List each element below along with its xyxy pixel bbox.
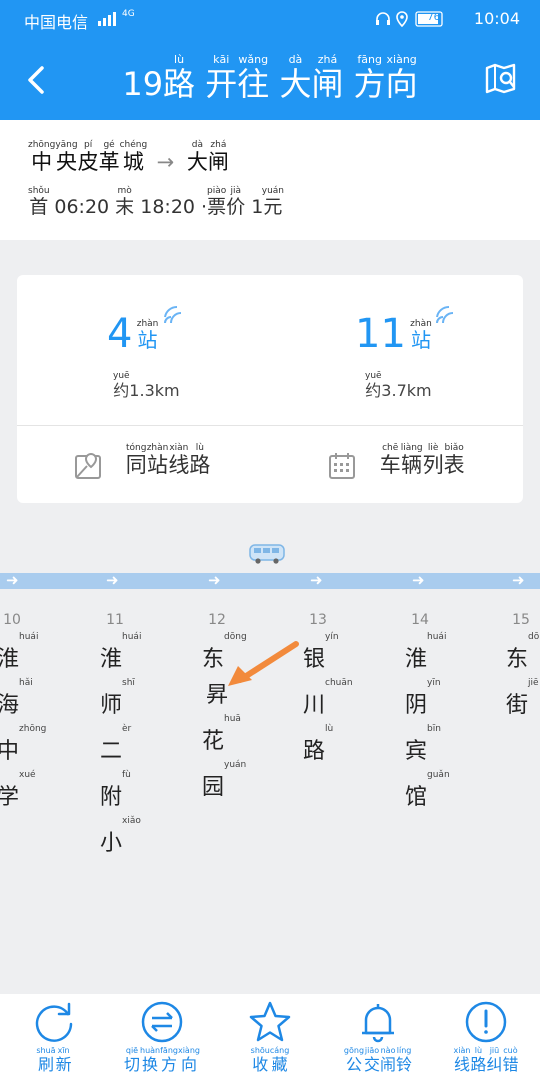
favorite-label: 收shōu藏cáng <box>250 1046 290 1074</box>
stop-name: 淮huái 海hǎi 中zhōng 学xué <box>0 632 47 810</box>
info-icon <box>465 1001 507 1043</box>
last-bus-time: 18:20 <box>140 196 195 218</box>
wifi-signal-icon <box>164 305 182 324</box>
switch-direction-label: 切qiē换huàn方fāng向xiàng <box>123 1046 200 1074</box>
bus-1-stop-count: 4 <box>107 311 133 357</box>
stop-item[interactable]: 11 淮huái 师shī 二èr 附fù 小xiǎo <box>100 612 142 862</box>
refresh-label: 刷shuā新xīn <box>36 1046 72 1074</box>
stop-index: 11 <box>106 612 124 628</box>
fare-unit: 元yuán <box>261 186 285 218</box>
stop-name: 银yín 川chuān 路lù <box>303 632 353 764</box>
switch-direction-icon <box>141 1001 183 1043</box>
switch-direction-button[interactable]: 切qiē换huàn方fāng向xiàng <box>112 1000 212 1075</box>
bus-1-distance-prefix: 约yuē <box>113 371 130 400</box>
arrow-right-icon: ➜ <box>310 571 323 589</box>
bus-2-distance-prefix: 约yuē <box>365 371 382 400</box>
map-icon[interactable] <box>484 62 518 96</box>
arrow-right-icon: ➜ <box>6 571 19 589</box>
stop-item[interactable]: 15 东dōng街jiē <box>506 612 540 724</box>
first-bus-label: 首shǒu <box>28 186 50 218</box>
stop-index: 14 <box>411 612 429 628</box>
arrow-right-icon: ➜ <box>208 571 221 589</box>
stop-item[interactable]: 13 银yín 川chuān 路lù <box>303 612 353 770</box>
bus-2-stops[interactable]: 11 站zhàn <box>355 305 454 357</box>
destination-stop: 大dà闸zhá <box>186 140 229 174</box>
bus-2-stop-unit: 站zhàn <box>410 319 432 352</box>
bus-1-distance: 约yuē1.3km <box>113 371 180 401</box>
bus-2-stop-count: 11 <box>355 311 406 357</box>
star-icon <box>249 1001 291 1042</box>
bus-2-distance: 约yuē3.7km <box>365 371 432 401</box>
last-bus-label: 末mò <box>115 186 135 218</box>
network-label: 4G <box>122 9 135 19</box>
stop-item[interactable]: 14 淮huái 阴yīn 宾bīn 馆guǎn <box>405 612 450 816</box>
bus-alarm-button[interactable]: 公gōng交jiāo闹nào铃líng <box>328 1000 428 1075</box>
bus-2-distance-value: 3.7km <box>381 381 432 400</box>
favorite-button[interactable]: 收shōu藏cáng <box>220 1000 320 1075</box>
bottom-toolbar: 刷shuā新xīn 切qiē换huàn方fāng向xiàng 收shōu藏cán… <box>0 994 540 1080</box>
wifi-signal-icon <box>436 305 454 324</box>
page-title: 19路lù 开kāi往wǎng 大dà闸zhá 方fāng向xiàng <box>122 53 418 103</box>
arrow-right-icon: ➜ <box>106 571 119 589</box>
bell-icon <box>362 1004 394 1043</box>
stop-item[interactable]: 10 淮huái 海hǎi 中zhōng 学xué <box>0 612 47 816</box>
bus-icon[interactable] <box>248 543 286 565</box>
service-hours: 首shǒu 06:20 末mò 18:20 ·票piào价jià 1元yuán <box>28 186 284 219</box>
map-pin-icon <box>75 452 101 479</box>
clock: 10:04 <box>473 9 520 28</box>
bus-1-stops[interactable]: 4 站zhàn <box>107 305 182 357</box>
app-header: 19路lù 开kāi往wǎng 大dà闸zhá 方fāng向xiàng <box>0 40 540 120</box>
stop-index: 13 <box>309 612 327 628</box>
battery-level: 76 <box>427 12 440 23</box>
fare-label: 票piào价jià <box>206 186 246 218</box>
bus-alarm-label: 公gōng交jiāo闹nào铃líng <box>343 1046 413 1074</box>
origin-stop: 中zhōng央yāng皮pí革gé城chéng <box>28 140 148 174</box>
card-divider <box>17 425 523 426</box>
route-info: 中zhōng央yāng皮pí革gé城chéng → 大dà闸zhá 首shǒu … <box>0 120 540 240</box>
pointer-arrow-icon <box>228 641 299 686</box>
calendar-icon <box>329 453 355 479</box>
vehicle-list-label: 车chē辆liàng列liè表biǎo <box>379 443 465 477</box>
direction-arrow: → <box>156 150 175 174</box>
report-error-button[interactable]: 线xiàn路lù纠jiū错cuò <box>436 1000 536 1075</box>
same-stop-lines-label: 同tóng站zhàn线xiàn路lù <box>125 443 211 477</box>
refresh-icon <box>35 1002 73 1042</box>
stop-index: 15 <box>512 612 530 628</box>
route-endpoints: 中zhōng央yāng皮pí革gé城chéng → 大dà闸zhá <box>28 140 229 176</box>
refresh-button[interactable]: 刷shuā新xīn <box>4 1000 104 1075</box>
same-stop-lines-button[interactable]: 同tóng站zhàn线xiàn路lù <box>73 443 210 481</box>
arrow-right-icon: ➜ <box>412 571 425 589</box>
signal-icon <box>98 10 122 26</box>
stop-index: 10 <box>3 612 21 628</box>
stop-index: 12 <box>208 612 226 628</box>
report-error-label: 线xiàn路lù纠jiū错cuò <box>453 1046 519 1074</box>
arrow-right-icon: ➜ <box>512 571 525 589</box>
stop-name: 淮huái 师shī 二èr 附fù 小xiǎo <box>100 632 142 856</box>
bus-1-stop-unit: 站zhàn <box>136 319 159 352</box>
vehicle-list-button[interactable]: 车chē辆liàng列liè表biǎo <box>327 443 465 481</box>
status-bar: 中国电信 4G 76 10:04 <box>0 0 540 40</box>
bus-1-distance-value: 1.3km <box>129 381 180 400</box>
carrier-label: 中国电信 <box>24 13 89 32</box>
route-track: ➜ ➜ ➜ ➜ ➜ ➜ <box>0 571 540 589</box>
first-bus-time: 06:20 <box>54 196 110 218</box>
stop-name: 淮huái 阴yīn 宾bīn 馆guǎn <box>405 632 450 810</box>
realtime-card: 4 站zhàn 约yuē1.3km 11 站zhàn 约yuē3.7km 同tó… <box>17 275 523 503</box>
stop-name: 东dōng街jiē <box>506 632 540 718</box>
